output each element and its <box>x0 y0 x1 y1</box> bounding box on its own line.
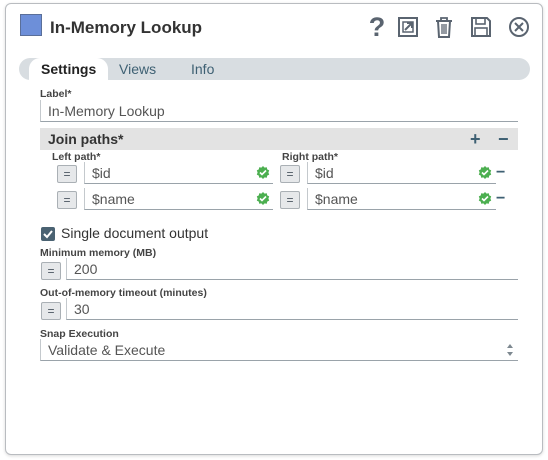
oom-timeout-input[interactable]: 30 <box>66 298 518 320</box>
help-icon[interactable]: ? <box>364 14 390 41</box>
left-expression-toggle[interactable]: = <box>57 191 77 209</box>
right-expression-toggle[interactable]: = <box>280 191 300 209</box>
tab-info[interactable]: Info <box>191 58 214 80</box>
tab-views[interactable]: Views <box>119 58 156 80</box>
single-document-checkbox[interactable] <box>41 227 55 241</box>
left-path-input[interactable]: $name <box>84 188 273 210</box>
tab-settings[interactable]: Settings <box>29 58 109 80</box>
dialog-title: In-Memory Lookup <box>50 18 203 37</box>
snap-execution-value: Validate & Execute <box>48 342 166 358</box>
label-field-label: Label* <box>40 88 72 100</box>
tab-bar: Settings Views Info <box>19 58 530 80</box>
left-path-input[interactable]: $id <box>84 162 273 184</box>
valid-check-icon <box>256 166 270 180</box>
select-arrows-icon <box>507 344 513 356</box>
min-memory-expression-toggle[interactable]: = <box>41 262 61 280</box>
left-expression-toggle[interactable]: = <box>57 165 77 183</box>
single-document-label: Single document output <box>61 225 209 241</box>
delete-icon[interactable] <box>431 14 457 40</box>
remove-row-2-button[interactable]: − <box>496 191 505 207</box>
min-memory-input[interactable]: 200 <box>66 258 518 280</box>
valid-check-icon <box>478 166 492 180</box>
right-expression-toggle[interactable]: = <box>280 165 300 183</box>
valid-check-icon <box>478 192 492 206</box>
add-row-button[interactable]: + <box>470 128 481 150</box>
snap-type-icon <box>20 14 42 36</box>
close-icon[interactable] <box>506 14 532 40</box>
label-input[interactable]: In-Memory Lookup <box>40 100 518 122</box>
export-icon[interactable] <box>395 14 421 40</box>
snap-settings-dialog: In-Memory Lookup ? Settings Views Info L… <box>5 3 543 455</box>
right-path-input[interactable]: $name <box>307 188 496 210</box>
valid-check-icon <box>256 192 270 206</box>
oom-timeout-expression-toggle[interactable]: = <box>41 302 61 320</box>
snap-execution-select[interactable]: Validate & Execute <box>40 339 518 361</box>
save-icon[interactable] <box>468 14 494 40</box>
remove-row-button[interactable]: − <box>498 128 509 150</box>
right-path-input[interactable]: $id <box>307 162 496 184</box>
dialog-header: In-Memory Lookup ? <box>6 4 542 54</box>
join-paths-header: Join paths* + − <box>40 128 518 150</box>
remove-row-1-button[interactable]: − <box>496 165 505 181</box>
join-paths-title: Join paths* <box>48 131 124 147</box>
